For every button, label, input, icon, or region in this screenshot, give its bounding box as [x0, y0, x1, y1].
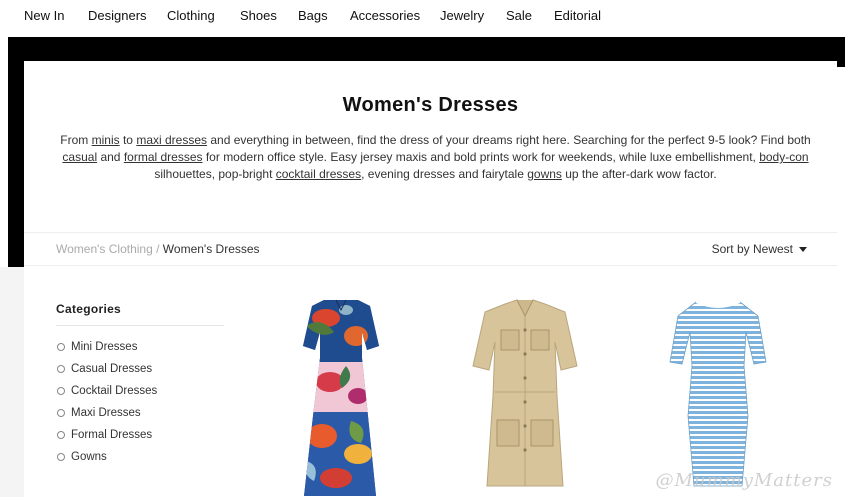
link-gowns[interactable]: gowns: [527, 167, 562, 181]
link-casual[interactable]: casual: [62, 150, 97, 164]
category-label: Gowns: [71, 451, 107, 463]
khaki-shirt-dress-image: [472, 299, 578, 487]
nav-new-in[interactable]: New In: [24, 8, 64, 23]
link-body-con[interactable]: body-con: [759, 150, 808, 164]
intro-text: and everything in between, find the dres…: [207, 133, 811, 147]
category-label: Mini Dresses: [71, 341, 138, 353]
watermark: @MummyMatters: [655, 470, 833, 491]
categories-divider: [56, 325, 224, 326]
left-gutter: [0, 267, 24, 497]
sort-dropdown[interactable]: Sort by Newest: [712, 242, 807, 256]
radio-icon: [57, 409, 65, 417]
sort-label: Sort by Newest: [711, 242, 793, 256]
category-label: Casual Dresses: [71, 363, 153, 375]
radio-icon: [57, 387, 65, 395]
caret-down-icon: [799, 247, 807, 253]
link-maxi-dresses[interactable]: maxi dresses: [136, 133, 207, 147]
radio-icon: [57, 343, 65, 351]
breadcrumb-separator: /: [152, 242, 163, 256]
intro-text: and: [97, 150, 124, 164]
category-cocktail-dresses[interactable]: Cocktail Dresses: [57, 380, 157, 402]
intro-text: , evening dresses and fairytale: [361, 167, 528, 181]
radio-icon: [57, 453, 65, 461]
breadcrumb-current: Women's Dresses: [162, 242, 260, 256]
hero-frame-left: [8, 61, 24, 267]
link-cocktail-dresses[interactable]: cocktail dresses: [276, 167, 361, 181]
striped-bodycon-dress-image: [669, 301, 767, 487]
radio-icon: [57, 431, 65, 439]
link-formal-dresses[interactable]: formal dresses: [124, 150, 203, 164]
nav-bags[interactable]: Bags: [298, 8, 328, 23]
nav-sale[interactable]: Sale: [506, 8, 532, 23]
radio-icon: [57, 365, 65, 373]
nav-designers[interactable]: Designers: [88, 8, 147, 23]
category-label: Cocktail Dresses: [71, 385, 158, 397]
breadcrumb-womens-clothing[interactable]: Women's Clothing: [56, 242, 153, 256]
link-minis[interactable]: minis: [92, 133, 120, 147]
category-maxi-dresses[interactable]: Maxi Dresses: [57, 402, 157, 424]
floral-maxi-dress-image: [303, 299, 379, 496]
product-card-floral-maxi-dress[interactable]: [296, 296, 386, 497]
category-label: Maxi Dresses: [71, 407, 141, 419]
nav-jewelry[interactable]: Jewelry: [440, 8, 484, 23]
breadcrumb-bar: Women's Clothing / Women's Dresses Sort …: [24, 232, 837, 266]
product-card-khaki-shirt-dress[interactable]: [465, 296, 585, 497]
nav-clothing[interactable]: Clothing: [167, 8, 215, 23]
category-label: Formal Dresses: [71, 429, 153, 441]
category-mini-dresses[interactable]: Mini Dresses: [57, 336, 157, 358]
nav-editorial[interactable]: Editorial: [554, 8, 601, 23]
product-card-striped-bodycon-dress[interactable]: [668, 296, 768, 497]
intro-text: for modern office style. Easy jersey max…: [202, 150, 760, 164]
hero-frame-top: [8, 37, 837, 61]
breadcrumb: Women's Clothing / Women's Dresses: [56, 242, 260, 256]
intro-text: to: [119, 133, 137, 147]
category-gowns[interactable]: Gowns: [57, 446, 157, 468]
intro-text: up the after-dark wow factor.: [561, 167, 717, 181]
category-casual-dresses[interactable]: Casual Dresses: [57, 358, 157, 380]
nav-shoes[interactable]: Shoes: [240, 8, 277, 23]
page-title: Women's Dresses: [342, 94, 519, 116]
intro-text: silhouettes, pop-bright: [154, 167, 276, 181]
hero-frame-right: [837, 37, 845, 67]
categories-heading: Categories: [56, 302, 122, 316]
categories-list: Mini Dresses Casual Dresses Cocktail Dre…: [57, 336, 157, 468]
intro-text: From: [60, 133, 92, 147]
category-formal-dresses[interactable]: Formal Dresses: [57, 424, 157, 446]
top-navigation: New In Designers Clothing Shoes Bags Acc…: [0, 0, 845, 34]
nav-accessories[interactable]: Accessories: [350, 8, 420, 23]
category-intro: From minis to maxi dresses and everythin…: [60, 132, 811, 183]
